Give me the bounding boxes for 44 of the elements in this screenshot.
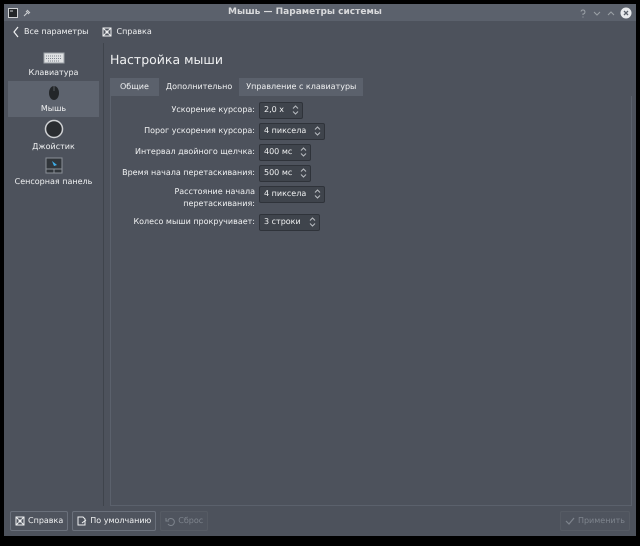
spin-box[interactable]: 3 строки (259, 214, 320, 231)
spin-box[interactable]: 500 мс (259, 164, 312, 182)
lifebuoy-icon (15, 516, 25, 526)
spin-box[interactable]: 400 мс (259, 144, 312, 161)
close-icon (620, 6, 632, 18)
field-label: Колесо мыши прокручивает: (132, 216, 255, 228)
field-label: Время начала перетаскивания: (121, 167, 255, 180)
spin-box[interactable]: 2,0 x (259, 102, 303, 119)
spin-arrows-icon (314, 126, 322, 136)
help-icon (578, 8, 588, 18)
undo-icon (165, 516, 176, 526)
sidebar-item[interactable]: Джойстик (8, 117, 99, 155)
spin-box[interactable]: 4 пиксела (259, 186, 326, 203)
spin-arrows-icon (300, 147, 308, 158)
field-label: Ускорение курсора: (170, 104, 255, 116)
tab[interactable]: Управление с клавиатуры (239, 78, 364, 96)
defaults-button[interactable]: По умолчанию (72, 511, 156, 531)
spin-arrows-icon (300, 168, 308, 178)
back-button[interactable]: Все параметры (12, 26, 88, 38)
help-button[interactable]: Справка (10, 511, 68, 531)
sidebar-item[interactable]: Клавиатура (8, 49, 99, 81)
pin-icon (22, 8, 32, 18)
touchpad-icon (44, 157, 62, 174)
keyboard-icon (42, 51, 64, 65)
lifebuoy-icon (102, 27, 112, 37)
window-title: Мышь — Параметры системы (227, 6, 383, 19)
field-label: Интервал двойного щелчка: (134, 146, 255, 158)
field-label: Расстояние начала перетаскивания: (173, 186, 255, 210)
field-label: Порог ускорения курсора: (143, 125, 255, 138)
mouse-icon (46, 83, 60, 101)
document-icon (77, 516, 88, 526)
sidebar-item[interactable]: Сенсорная панель (8, 155, 99, 190)
spin-arrows-icon (314, 189, 322, 200)
page-heading: Настройка мыши (110, 51, 224, 69)
circle-icon (44, 119, 64, 139)
back-icon (12, 26, 20, 38)
spin-box[interactable]: 4 пиксела (259, 122, 326, 140)
help-button[interactable]: Справка (102, 26, 152, 38)
app-icon (8, 8, 18, 18)
sidebar-item[interactable]: Мышь (8, 81, 99, 117)
tab[interactable]: Общие (110, 78, 159, 96)
spin-arrows-icon (292, 105, 299, 116)
checkmark-icon (564, 516, 575, 526)
spin-arrows-icon (308, 217, 316, 228)
